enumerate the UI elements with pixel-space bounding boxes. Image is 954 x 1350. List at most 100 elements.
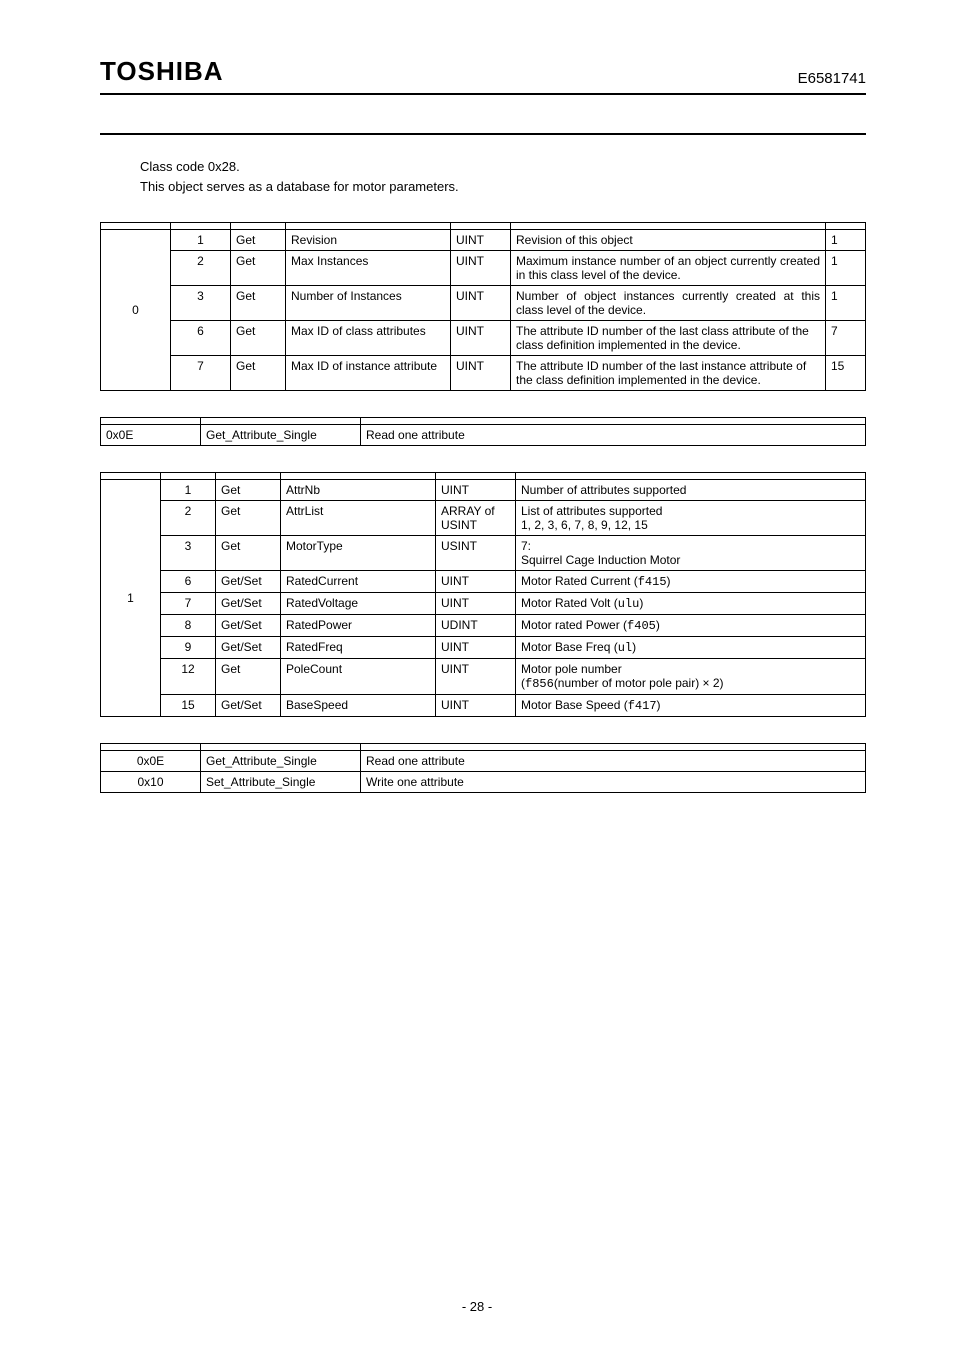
desc-cell: Motor pole number (f856(number of motor …	[516, 659, 866, 695]
attr-id: 9	[161, 637, 216, 659]
access-cell: Get/Set	[216, 571, 281, 593]
service-name: Get_Attribute_Single	[201, 425, 361, 446]
access-cell: Get	[231, 286, 286, 321]
table-header-row	[101, 744, 866, 751]
type-cell: UINT	[451, 230, 511, 251]
attr-id: 3	[171, 286, 231, 321]
type-cell: ARRAY of USINT	[436, 501, 516, 536]
table-row: 0x10 Set_Attribute_Single Write one attr…	[101, 772, 866, 793]
name-cell: Max ID of class attributes	[286, 321, 451, 356]
table-row: 15 Get/Set BaseSpeed UINT Motor Base Spe…	[101, 695, 866, 717]
instance-cell: 0	[101, 230, 171, 391]
access-cell: Get	[231, 321, 286, 356]
table-row: 8 Get/Set RatedPower UDINT Motor rated P…	[101, 615, 866, 637]
type-cell: UINT	[436, 571, 516, 593]
attr-id: 2	[171, 251, 231, 286]
service-desc: Read one attribute	[361, 425, 866, 446]
name-cell: Max ID of instance attribute	[286, 356, 451, 391]
table-row: 0x0E Get_Attribute_Single Read one attri…	[101, 751, 866, 772]
access-cell: Get/Set	[216, 593, 281, 615]
section-rule	[100, 133, 866, 135]
access-cell: Get	[216, 480, 281, 501]
access-cell: Get/Set	[216, 637, 281, 659]
attr-id: 7	[161, 593, 216, 615]
attr-id: 2	[161, 501, 216, 536]
service-code: 0x10	[101, 772, 201, 793]
table-row: 3 Get Number of Instances UINT Number of…	[101, 286, 866, 321]
desc-cell: Motor Base Speed (f417)	[516, 695, 866, 717]
page-number: - 28 -	[0, 1299, 954, 1314]
access-cell: Get	[216, 659, 281, 695]
access-cell: Get	[216, 536, 281, 571]
intro-text: Class code 0x28. This object serves as a…	[140, 157, 866, 196]
type-cell: UINT	[436, 480, 516, 501]
table-header-row	[101, 473, 866, 480]
table-header-row	[101, 418, 866, 425]
desc-cell: Motor Base Freq (ul)	[516, 637, 866, 659]
attr-id: 15	[161, 695, 216, 717]
type-cell: UDINT	[436, 615, 516, 637]
service-code: 0x0E	[101, 751, 201, 772]
service-desc: Read one attribute	[361, 751, 866, 772]
header-rule	[100, 93, 866, 95]
type-cell: USINT	[436, 536, 516, 571]
val-cell: 7	[826, 321, 866, 356]
document-page: TOSHIBA E6581741 Class code 0x28. This o…	[0, 0, 954, 1350]
attr-id: 3	[161, 536, 216, 571]
name-cell: AttrList	[281, 501, 436, 536]
name-cell: PoleCount	[281, 659, 436, 695]
intro-line-1: Class code 0x28.	[140, 157, 866, 177]
class-services-table: 0x0E Get_Attribute_Single Read one attri…	[100, 417, 866, 446]
type-cell: UINT	[451, 356, 511, 391]
attr-id: 1	[171, 230, 231, 251]
table-row: 3 Get MotorType USINT 7: Squirrel Cage I…	[101, 536, 866, 571]
access-cell: Get/Set	[216, 695, 281, 717]
name-cell: BaseSpeed	[281, 695, 436, 717]
access-cell: Get	[216, 501, 281, 536]
desc-cell: Motor rated Power (f405)	[516, 615, 866, 637]
desc-cell: Revision of this object	[511, 230, 826, 251]
table-row: 6 Get Max ID of class attributes UINT Th…	[101, 321, 866, 356]
name-cell: RatedVoltage	[281, 593, 436, 615]
type-cell: UINT	[451, 251, 511, 286]
brand-logo: TOSHIBA	[100, 56, 224, 87]
table-row: 7 Get Max ID of instance attribute UINT …	[101, 356, 866, 391]
val-cell: 1	[826, 230, 866, 251]
type-cell: UINT	[436, 695, 516, 717]
instance-cell: 1	[101, 480, 161, 717]
type-cell: UINT	[436, 637, 516, 659]
instance-attributes-table: 1 1 Get AttrNb UINT Number of attributes…	[100, 472, 866, 717]
desc-cell: The attribute ID number of the last clas…	[511, 321, 826, 356]
desc-cell: Motor Rated Volt (ulu)	[516, 593, 866, 615]
name-cell: Revision	[286, 230, 451, 251]
val-cell: 1	[826, 286, 866, 321]
type-cell: UINT	[451, 286, 511, 321]
desc-cell: Number of attributes supported	[516, 480, 866, 501]
desc-cell: Number of object instances currently cre…	[511, 286, 826, 321]
desc-cell: Motor Rated Current (f415)	[516, 571, 866, 593]
attr-id: 1	[161, 480, 216, 501]
table-row: 0 1 Get Revision UINT Revision of this o…	[101, 230, 866, 251]
attr-id: 6	[161, 571, 216, 593]
name-cell: RatedPower	[281, 615, 436, 637]
page-header: TOSHIBA E6581741	[100, 0, 866, 87]
table-header-row	[101, 223, 866, 230]
table-row: 2 Get Max Instances UINT Maximum instanc…	[101, 251, 866, 286]
val-cell: 15	[826, 356, 866, 391]
instance-services-table: 0x0E Get_Attribute_Single Read one attri…	[100, 743, 866, 793]
table-row: 6 Get/Set RatedCurrent UINT Motor Rated …	[101, 571, 866, 593]
table-row: 12 Get PoleCount UINT Motor pole number …	[101, 659, 866, 695]
type-cell: UINT	[436, 593, 516, 615]
table-row: 2 Get AttrList ARRAY of USINT List of at…	[101, 501, 866, 536]
service-name: Set_Attribute_Single	[201, 772, 361, 793]
table-row: 0x0E Get_Attribute_Single Read one attri…	[101, 425, 866, 446]
type-cell: UINT	[436, 659, 516, 695]
access-cell: Get	[231, 251, 286, 286]
desc-cell: The attribute ID number of the last inst…	[511, 356, 826, 391]
service-code: 0x0E	[101, 425, 201, 446]
name-cell: RatedCurrent	[281, 571, 436, 593]
service-name: Get_Attribute_Single	[201, 751, 361, 772]
attr-id: 8	[161, 615, 216, 637]
val-cell: 1	[826, 251, 866, 286]
name-cell: RatedFreq	[281, 637, 436, 659]
